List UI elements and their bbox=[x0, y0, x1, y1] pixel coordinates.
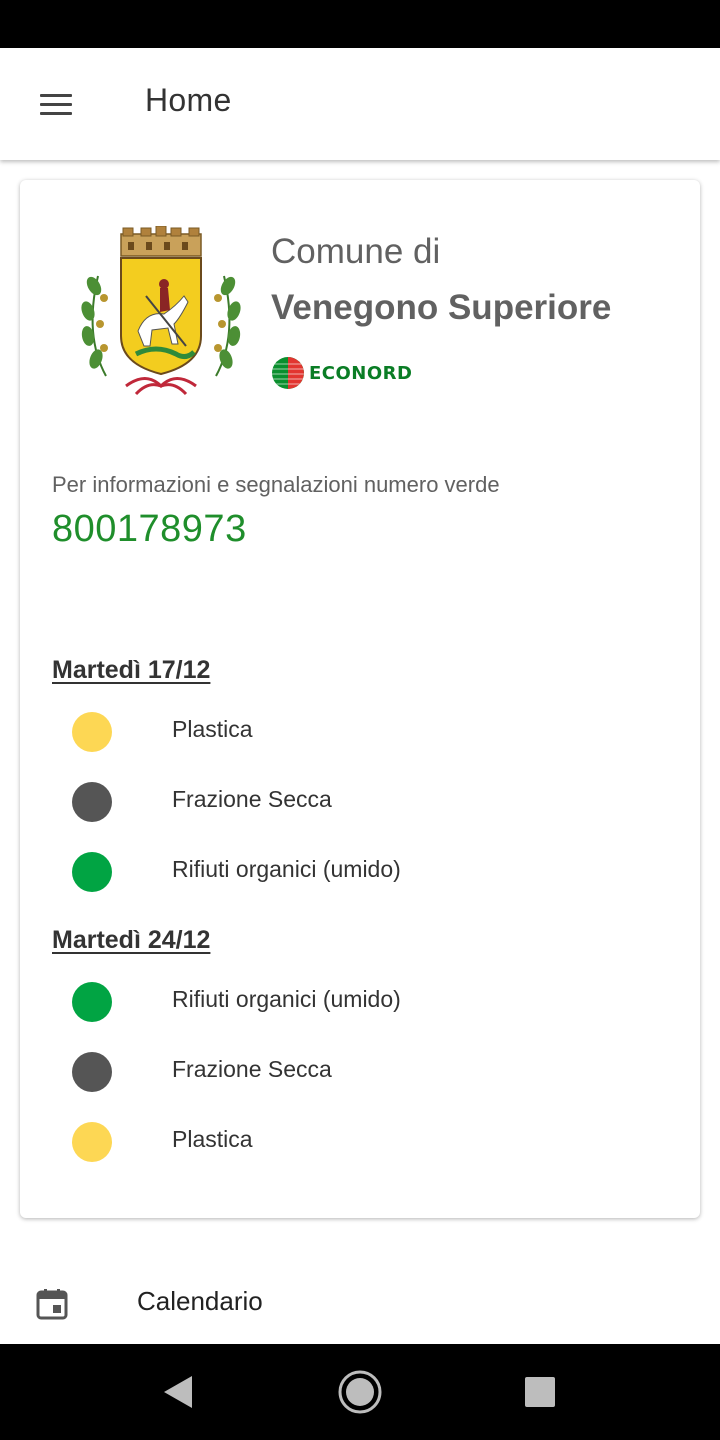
calendario-menu-item[interactable]: Calendario bbox=[0, 1262, 720, 1342]
waste-color-dot bbox=[72, 1122, 112, 1162]
comune-name: Venegono Superiore bbox=[271, 288, 612, 327]
system-nav-bar bbox=[0, 1344, 720, 1440]
app-bar: Home bbox=[0, 48, 720, 160]
waste-color-dot bbox=[72, 1052, 112, 1092]
home-circle-icon[interactable] bbox=[336, 1368, 384, 1416]
home-card: Comune di Venegono Superiore ECONORD Per… bbox=[20, 180, 700, 1218]
econord-logo-text: ECONORD bbox=[309, 362, 413, 384]
econord-logo: ECONORD bbox=[271, 356, 412, 390]
comune-prefix: Comune di bbox=[271, 232, 441, 271]
waste-item: Frazione Secca bbox=[72, 1052, 632, 1092]
econord-globe-icon bbox=[272, 357, 304, 389]
waste-item: Rifiuti organici (umido) bbox=[72, 852, 632, 892]
calendar-icon bbox=[36, 1289, 68, 1320]
waste-label: Rifiuti organici (umido) bbox=[172, 856, 401, 882]
status-bar bbox=[0, 0, 720, 48]
waste-label: Frazione Secca bbox=[172, 1056, 332, 1082]
waste-color-dot bbox=[72, 782, 112, 822]
waste-item: Frazione Secca bbox=[72, 782, 632, 822]
day-title: Martedì 24/12 bbox=[52, 926, 211, 954]
waste-item: Rifiuti organici (umido) bbox=[72, 982, 632, 1022]
waste-label: Rifiuti organici (umido) bbox=[172, 986, 401, 1012]
waste-item: Plastica bbox=[72, 712, 632, 752]
calendario-label: Calendario bbox=[137, 1286, 263, 1316]
waste-label: Plastica bbox=[172, 716, 253, 742]
back-triangle-icon[interactable] bbox=[154, 1368, 202, 1416]
waste-item: Plastica bbox=[72, 1122, 632, 1162]
recents-square-icon[interactable] bbox=[516, 1368, 564, 1416]
phone-number[interactable]: 800178973 bbox=[52, 508, 247, 551]
info-label: Per informazioni e segnalazioni numero v… bbox=[52, 472, 500, 497]
waste-color-dot bbox=[72, 982, 112, 1022]
municipal-crest-icon bbox=[81, 226, 241, 396]
waste-label: Frazione Secca bbox=[172, 786, 332, 812]
menu-icon[interactable] bbox=[40, 94, 72, 116]
day-title: Martedì 17/12 bbox=[52, 656, 211, 684]
waste-color-dot bbox=[72, 852, 112, 892]
page-title: Home bbox=[145, 82, 232, 118]
waste-color-dot bbox=[72, 712, 112, 752]
waste-label: Plastica bbox=[172, 1126, 253, 1152]
